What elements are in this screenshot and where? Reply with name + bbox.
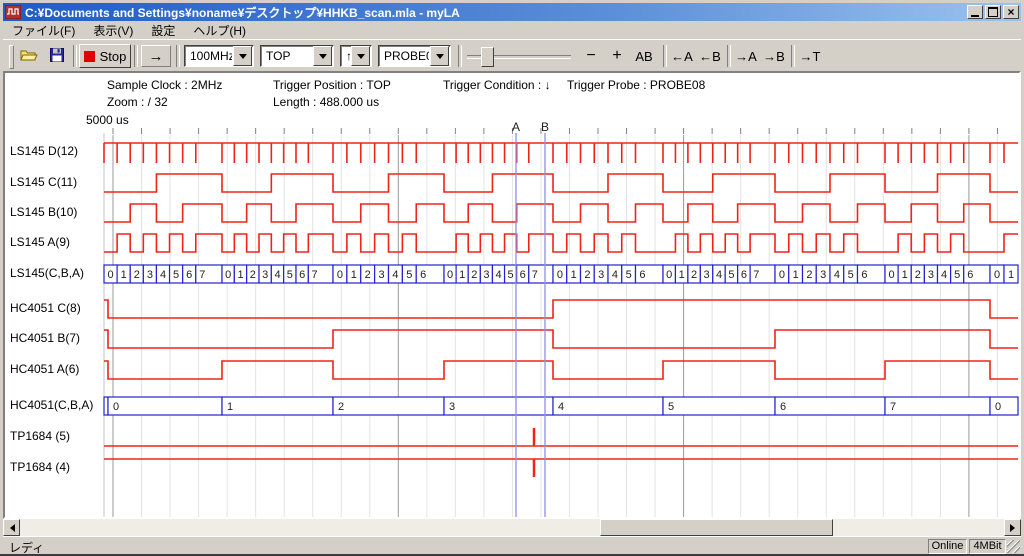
scroll-left-button[interactable]	[3, 519, 20, 536]
channel-label: HC4051 C(8)	[10, 301, 81, 315]
resize-grip[interactable]	[1007, 540, 1020, 553]
app-icon	[5, 5, 21, 19]
right-b-icon: →B	[763, 49, 785, 64]
maximize-icon	[988, 7, 998, 17]
status-online-badge: Online	[928, 539, 967, 554]
channel-label: LS145 A(9)	[10, 235, 70, 249]
maximize-button[interactable]	[985, 5, 1001, 19]
menu-item-settings[interactable]: 設定	[142, 21, 184, 40]
move-right-to-b-button[interactable]: →B	[761, 45, 787, 67]
close-icon: ×	[1007, 7, 1014, 17]
length-info: Length : 488.000 us	[273, 95, 379, 109]
toolbar-separator	[663, 45, 667, 67]
sample-clock-value: 100MHz	[185, 49, 232, 63]
toolbar: Stop → 100MHz TOP ↑ PROBE00 − + AB ←A ←B	[3, 39, 1021, 71]
trigger-position-select[interactable]: TOP	[260, 45, 334, 67]
app-window: C:¥Documents and Settings¥noname¥デスクトップ¥…	[0, 0, 1024, 556]
window-title: C:¥Documents and Settings¥noname¥デスクトップ¥…	[25, 4, 967, 21]
toolbar-separator	[791, 45, 795, 67]
trigger-edge-value: ↑	[341, 49, 350, 63]
channel-label: HC4051 A(6)	[10, 362, 79, 376]
dropdown-button[interactable]	[430, 46, 449, 66]
zoom-slider-thumb[interactable]	[481, 47, 494, 67]
scrollbar-thumb[interactable]	[600, 519, 833, 536]
dropdown-button[interactable]	[233, 46, 252, 66]
stop-label: Stop	[100, 49, 127, 64]
horizontal-scrollbar[interactable]	[3, 519, 1021, 536]
menu-item-view[interactable]: 表示(V)	[84, 21, 142, 40]
move-left-to-b-button[interactable]: ←B	[697, 45, 723, 67]
run-arrow-icon: →	[149, 48, 164, 65]
window-controls: ×	[967, 5, 1019, 19]
trigger-condition-info: Trigger Condition : ↓	[443, 78, 551, 92]
channel-label: LS145 D(12)	[10, 144, 78, 158]
toolbar-grip[interactable]	[9, 45, 14, 69]
channel-label: LS145(C,B,A)	[10, 266, 84, 280]
menu-item-help[interactable]: ヘルプ(H)	[184, 21, 255, 40]
channel-label: TP1684 (4)	[10, 460, 70, 474]
sample-clock-info: Sample Clock : 2MHz	[107, 78, 222, 92]
run-button[interactable]: →	[141, 45, 171, 67]
left-a-icon: ←A	[671, 49, 693, 64]
minimize-icon	[971, 15, 979, 17]
status-bar: レディ Online 4MBit	[3, 536, 1021, 554]
probe-value: PROBE00	[379, 49, 429, 63]
minimize-button[interactable]	[967, 5, 983, 19]
time-scale-label: 5000 us	[86, 113, 129, 127]
toolbar-separator	[458, 45, 462, 67]
close-button[interactable]: ×	[1003, 5, 1019, 19]
move-right-to-a-button[interactable]: →A	[733, 45, 759, 67]
plus-icon: +	[612, 47, 621, 65]
save-file-button[interactable]	[45, 44, 69, 68]
move-left-to-a-button[interactable]: ←A	[669, 45, 695, 67]
chevron-down-icon	[357, 54, 365, 63]
chevron-down-icon	[436, 54, 444, 63]
trigger-probe-info: Trigger Probe : PROBE08	[567, 78, 705, 92]
chevron-down-icon	[239, 54, 247, 63]
floppy-disk-icon	[50, 48, 64, 65]
right-t-icon: →T	[800, 49, 821, 64]
menu-bar: ファイル(F)表示(V)設定ヘルプ(H)	[3, 21, 1021, 39]
stop-button[interactable]: Stop	[79, 44, 131, 68]
menu-item-file[interactable]: ファイル(F)	[3, 21, 84, 40]
sample-clock-select[interactable]: 100MHz	[184, 45, 254, 67]
dropdown-button[interactable]	[313, 46, 332, 66]
zoom-info: Zoom : / 32	[107, 95, 168, 109]
channel-label: TP1684 (5)	[10, 429, 70, 443]
zoom-out-button[interactable]: −	[579, 45, 603, 67]
status-memory-badge: 4MBit	[969, 539, 1006, 554]
channel-label: HC4051(C,B,A)	[10, 398, 93, 412]
title-bar: C:¥Documents and Settings¥noname¥デスクトップ¥…	[3, 3, 1021, 21]
open-file-button[interactable]	[17, 44, 41, 68]
ab-button[interactable]: AB	[631, 45, 657, 67]
trigger-position-info: Trigger Position : TOP	[273, 78, 391, 92]
waveform-panel	[3, 71, 1021, 519]
toolbar-separator	[134, 45, 138, 67]
right-a-icon: →A	[735, 49, 757, 64]
arrow-left-icon	[6, 524, 15, 532]
zoom-in-button[interactable]: +	[605, 45, 629, 67]
scroll-right-button[interactable]	[1004, 519, 1021, 536]
go-to-trigger-button[interactable]: →T	[797, 45, 823, 67]
toolbar-separator	[176, 45, 180, 67]
channel-label: LS145 B(10)	[10, 205, 77, 219]
trigger-edge-select[interactable]: ↑	[340, 45, 372, 67]
left-b-icon: ←B	[699, 49, 721, 64]
minus-icon: −	[586, 47, 595, 65]
stop-square-icon	[84, 51, 95, 62]
toolbar-separator	[727, 45, 731, 67]
channel-label: HC4051 B(7)	[10, 331, 80, 345]
dropdown-button[interactable]	[351, 46, 370, 66]
ab-label: AB	[635, 49, 652, 64]
trigger-position-value: TOP	[261, 49, 312, 63]
open-folder-icon	[20, 48, 38, 65]
toolbar-separator	[73, 45, 77, 67]
channel-label: LS145 C(11)	[10, 175, 77, 189]
probe-select[interactable]: PROBE00	[378, 45, 451, 67]
arrow-right-icon	[1010, 524, 1019, 532]
chevron-down-icon	[319, 54, 327, 63]
